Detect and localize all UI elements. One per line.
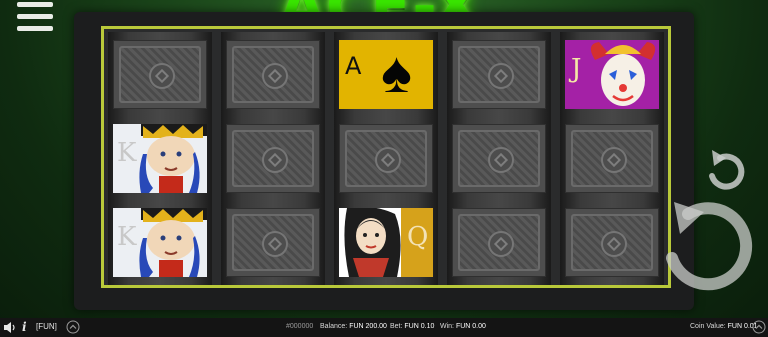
card-back-ornament: [262, 63, 288, 89]
queen-card-3-3: Q: [339, 208, 433, 277]
menu-icon-bar: [17, 14, 53, 19]
ace-card-3-1: A ♠: [339, 40, 433, 109]
jester-rank: J: [571, 54, 582, 84]
reel-3: A ♠ Q: [334, 32, 438, 285]
card-back-ornament: [601, 231, 627, 257]
bet-label: Bet:: [390, 323, 403, 330]
card-back-5-2: [565, 124, 659, 193]
footer-bar: i [FUN] #000000 Balance: FUN 200.00 Bet:…: [0, 318, 768, 337]
sound-icon[interactable]: [3, 321, 17, 334]
balance-value: FUN 200.00: [349, 323, 387, 330]
card-back-2-2: [226, 124, 320, 193]
menu-icon-bar: [17, 26, 53, 31]
card-back-ornament: [488, 63, 514, 89]
bet-display: Bet: FUN 0.10: [390, 323, 434, 330]
expand-up-icon[interactable]: [66, 320, 80, 334]
reel-4: [447, 32, 551, 285]
card-back-3-2: [339, 124, 433, 193]
card-back-5-3: [565, 208, 659, 277]
king-card-1-2: K: [113, 124, 207, 193]
reel-1: K K: [108, 32, 212, 285]
card-back-4-3: [452, 208, 546, 277]
spin-button-icon[interactable]: [648, 196, 756, 292]
reel-2: [221, 32, 325, 285]
king-rank: K: [117, 222, 137, 252]
balance-display: Balance: FUN 200.00: [320, 323, 387, 330]
bet-value: FUN 0.10: [404, 323, 435, 330]
menu-button[interactable]: [17, 2, 53, 36]
coin-expand-up-icon[interactable]: [752, 320, 766, 334]
coin-value-label: Coin Value:: [690, 323, 726, 330]
card-back-4-1: [452, 40, 546, 109]
jester-card-5-1: J: [565, 40, 659, 109]
king-rank: K: [117, 138, 137, 168]
card-back-ornament: [488, 231, 514, 257]
card-back-ornament: [375, 147, 401, 173]
round-id: #000000: [286, 323, 314, 330]
balance-label: Balance:: [320, 323, 348, 330]
card-back-ornament: [149, 63, 175, 89]
menu-icon-bar: [17, 2, 53, 7]
card-back-ornament: [601, 147, 627, 173]
win-display: Win: FUN 0.00: [440, 323, 486, 330]
queen-rank: Q: [407, 222, 429, 252]
card-back-1-1: [113, 40, 207, 109]
king-card-1-3: K: [113, 208, 207, 277]
spade-icon: ♠: [381, 40, 412, 105]
card-back-ornament: [262, 231, 288, 257]
reel-frame: K K A ♠ Q J: [101, 26, 671, 288]
card-back-4-2: [452, 124, 546, 193]
win-value: FUN 0.00: [455, 323, 486, 330]
card-back-ornament: [262, 147, 288, 173]
card-back-ornament: [488, 147, 514, 173]
autoplay-replay-icon[interactable]: [702, 146, 750, 192]
card-back-2-3: [226, 208, 320, 277]
card-back-2-1: [226, 40, 320, 109]
win-label: Win:: [440, 323, 454, 330]
coin-value-display: Coin Value: FUN 0.01: [690, 323, 758, 330]
ace-rank: A: [345, 52, 362, 80]
mode-label: [FUN]: [36, 322, 57, 331]
info-icon[interactable]: i: [22, 320, 27, 334]
